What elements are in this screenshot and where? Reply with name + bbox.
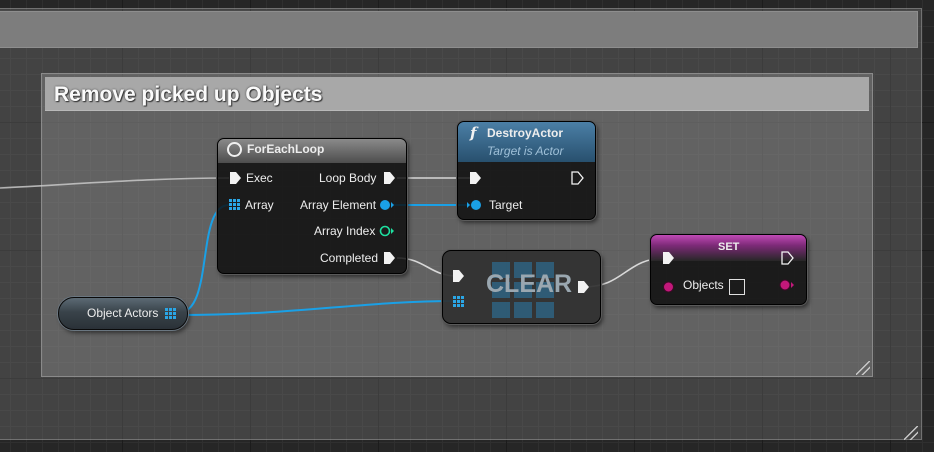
array-element-pin[interactable] (379, 199, 395, 211)
array-index-pin[interactable] (379, 225, 395, 237)
clear-exec-in-pin[interactable] (452, 269, 465, 283)
destroy-exec-out-pin[interactable] (571, 171, 584, 185)
destroy-exec-in-pin[interactable] (469, 171, 482, 185)
loop-body-label: Loop Body (319, 171, 377, 185)
clear-array-pin[interactable] (453, 296, 464, 307)
target-label: Target (489, 198, 523, 212)
wires-layer (0, 177, 668, 316)
target-pin[interactable] (467, 199, 483, 211)
loop-icon (227, 142, 242, 157)
array-index-label: Array Index (314, 224, 376, 238)
clear-label: CLEAR (486, 270, 573, 298)
exec-wire-in[interactable] (0, 177, 230, 189)
set-objects-out-pin[interactable] (778, 279, 794, 291)
set-exec-out-pin[interactable] (781, 251, 794, 265)
objects-checkbox[interactable] (729, 279, 745, 295)
array-grid-icon[interactable] (229, 199, 240, 210)
array-element-label: Array Element (300, 198, 377, 212)
destroyactor-subtitle: Target is Actor (487, 144, 564, 158)
destroyactor-title: DestroyActor (487, 126, 564, 140)
foreachloop-title: ForEachLoop (247, 142, 325, 156)
completed-label: Completed (320, 251, 379, 265)
set-objects-in-pin[interactable] (662, 281, 675, 293)
set-exec-in-pin[interactable] (662, 251, 675, 265)
objects-label: Objects (683, 278, 724, 292)
clear-exec-out-pin[interactable] (577, 280, 590, 294)
object-actors-array-pin[interactable] (165, 308, 176, 319)
exec-in-pin[interactable] (229, 171, 242, 185)
function-icon: f (470, 124, 477, 142)
array-label: Array (245, 198, 274, 212)
exec-label: Exec (246, 171, 273, 185)
loop-body-pin[interactable] (383, 171, 396, 185)
set-title: SET (718, 241, 740, 253)
object-actors-label: Object Actors (87, 306, 159, 320)
object-wire-clear[interactable] (177, 300, 458, 316)
completed-pin[interactable] (383, 251, 396, 265)
